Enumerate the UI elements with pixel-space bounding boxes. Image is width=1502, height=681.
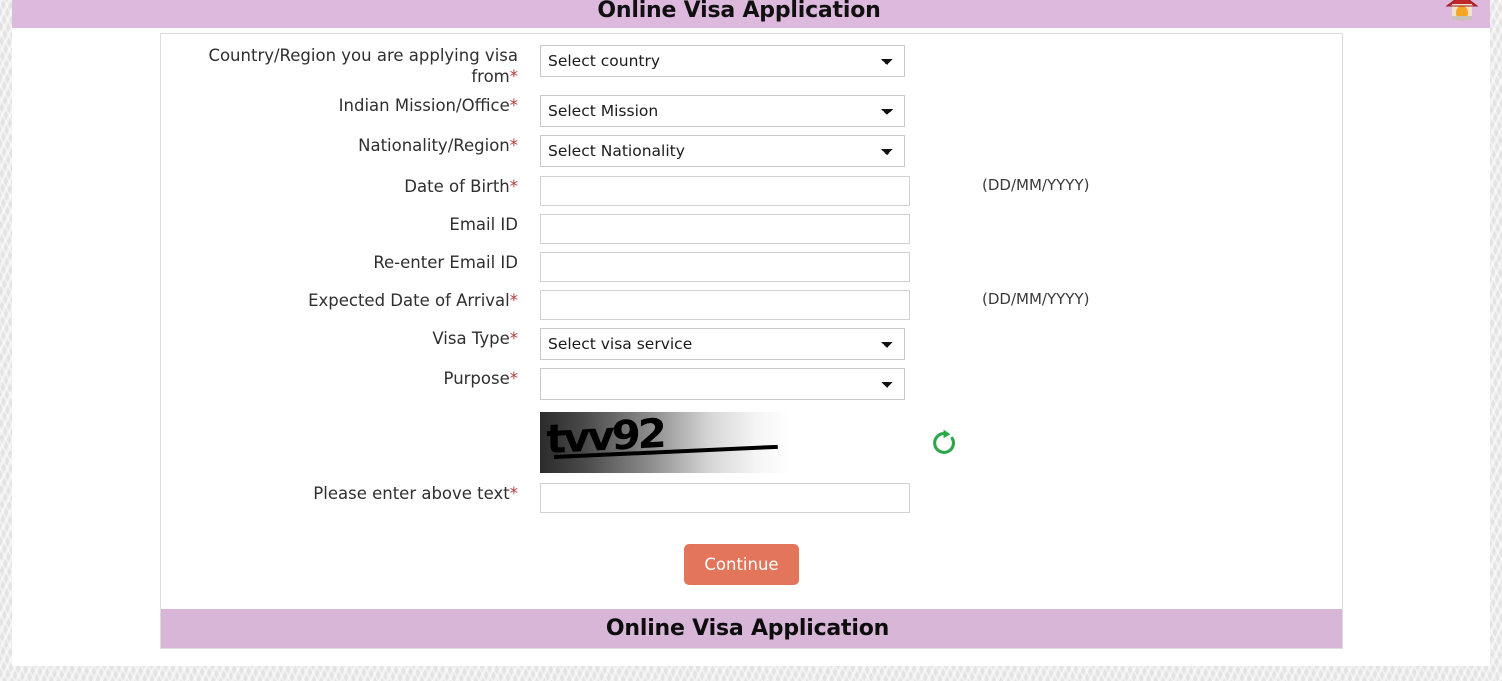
captcha-image: tvv92 xyxy=(540,412,790,473)
continue-button[interactable]: Continue xyxy=(684,544,799,585)
form-row-email: Email ID xyxy=(161,214,1342,244)
select-visa-type[interactable]: Select visa service xyxy=(540,328,905,360)
input-date-of-birth[interactable] xyxy=(540,176,910,206)
label-mission-text: Indian Mission/Office xyxy=(338,96,510,115)
input-expected-date-of-arrival[interactable] xyxy=(540,290,910,320)
label-visa-type: Visa Type* xyxy=(161,328,540,349)
required-marker: * xyxy=(509,369,518,388)
label-reenter-email-text: Re-enter Email ID xyxy=(373,253,518,272)
page-title: Online Visa Application xyxy=(597,0,881,23)
hint-dob-format: (DD/MM/YYYY) xyxy=(982,176,1090,194)
label-mission: Indian Mission/Office* xyxy=(161,95,540,116)
label-captcha-input-text: Please enter above text xyxy=(313,484,510,503)
form-row-purpose: Purpose* xyxy=(161,368,1342,400)
required-marker: * xyxy=(509,291,518,310)
select-mission[interactable]: Select Mission xyxy=(540,95,905,127)
form-row-dob: Date of Birth* (DD/MM/YYYY) xyxy=(161,176,1342,206)
label-nationality: Nationality/Region* xyxy=(161,135,540,156)
label-email-text: Email ID xyxy=(449,215,518,234)
label-dob: Date of Birth* xyxy=(161,176,540,197)
input-captcha-text[interactable] xyxy=(540,483,910,513)
label-country-text: Country/Region you are applying visa fro… xyxy=(208,46,518,86)
required-marker: * xyxy=(509,177,518,196)
page-header-banner: Online Visa Application xyxy=(12,0,1490,28)
required-marker: * xyxy=(509,96,518,115)
footer-title: Online Visa Application xyxy=(605,616,890,641)
submit-row: Continue xyxy=(151,544,1332,585)
label-purpose-text: Purpose xyxy=(443,369,510,388)
label-captcha-input: Please enter above text* xyxy=(161,483,540,504)
form-rows: Country/Region you are applying visa fro… xyxy=(161,34,1342,585)
form-row-country: Country/Region you are applying visa fro… xyxy=(161,45,1342,87)
label-arrival: Expected Date of Arrival* xyxy=(161,290,540,311)
label-reenter-email: Re-enter Email ID xyxy=(161,252,540,273)
select-purpose[interactable] xyxy=(540,368,905,400)
form-row-captcha-input: Please enter above text* xyxy=(161,483,1342,513)
label-dob-text: Date of Birth xyxy=(404,177,510,196)
input-reenter-email-id[interactable] xyxy=(540,252,910,282)
form-row-captcha-image: tvv92 xyxy=(161,412,1342,473)
visa-application-form: Country/Region you are applying visa fro… xyxy=(160,33,1343,649)
label-arrival-text: Expected Date of Arrival xyxy=(308,291,510,310)
label-nationality-text: Nationality/Region xyxy=(358,136,510,155)
home-icon[interactable] xyxy=(1440,0,1484,24)
form-row-arrival: Expected Date of Arrival* (DD/MM/YYYY) xyxy=(161,290,1342,320)
select-nationality[interactable]: Select Nationality xyxy=(540,135,905,167)
label-country: Country/Region you are applying visa fro… xyxy=(161,45,540,87)
hint-arrival-format: (DD/MM/YYYY) xyxy=(982,290,1090,308)
refresh-icon[interactable] xyxy=(928,427,960,459)
form-row-mission: Indian Mission/Office* Select Mission xyxy=(161,95,1342,127)
form-row-nationality: Nationality/Region* Select Nationality xyxy=(161,135,1342,167)
select-country[interactable]: Select country xyxy=(540,45,905,77)
label-visa-type-text: Visa Type xyxy=(432,329,510,348)
required-marker: * xyxy=(509,484,518,503)
required-marker: * xyxy=(509,329,518,348)
form-row-visa-type: Visa Type* Select visa service xyxy=(161,328,1342,360)
required-marker: * xyxy=(509,136,518,155)
label-email: Email ID xyxy=(161,214,540,235)
required-marker: * xyxy=(509,67,518,86)
input-email-id[interactable] xyxy=(540,214,910,244)
label-purpose: Purpose* xyxy=(161,368,540,389)
page-footer-banner: Online Visa Application xyxy=(161,609,1342,648)
form-row-reenter-email: Re-enter Email ID xyxy=(161,252,1342,282)
